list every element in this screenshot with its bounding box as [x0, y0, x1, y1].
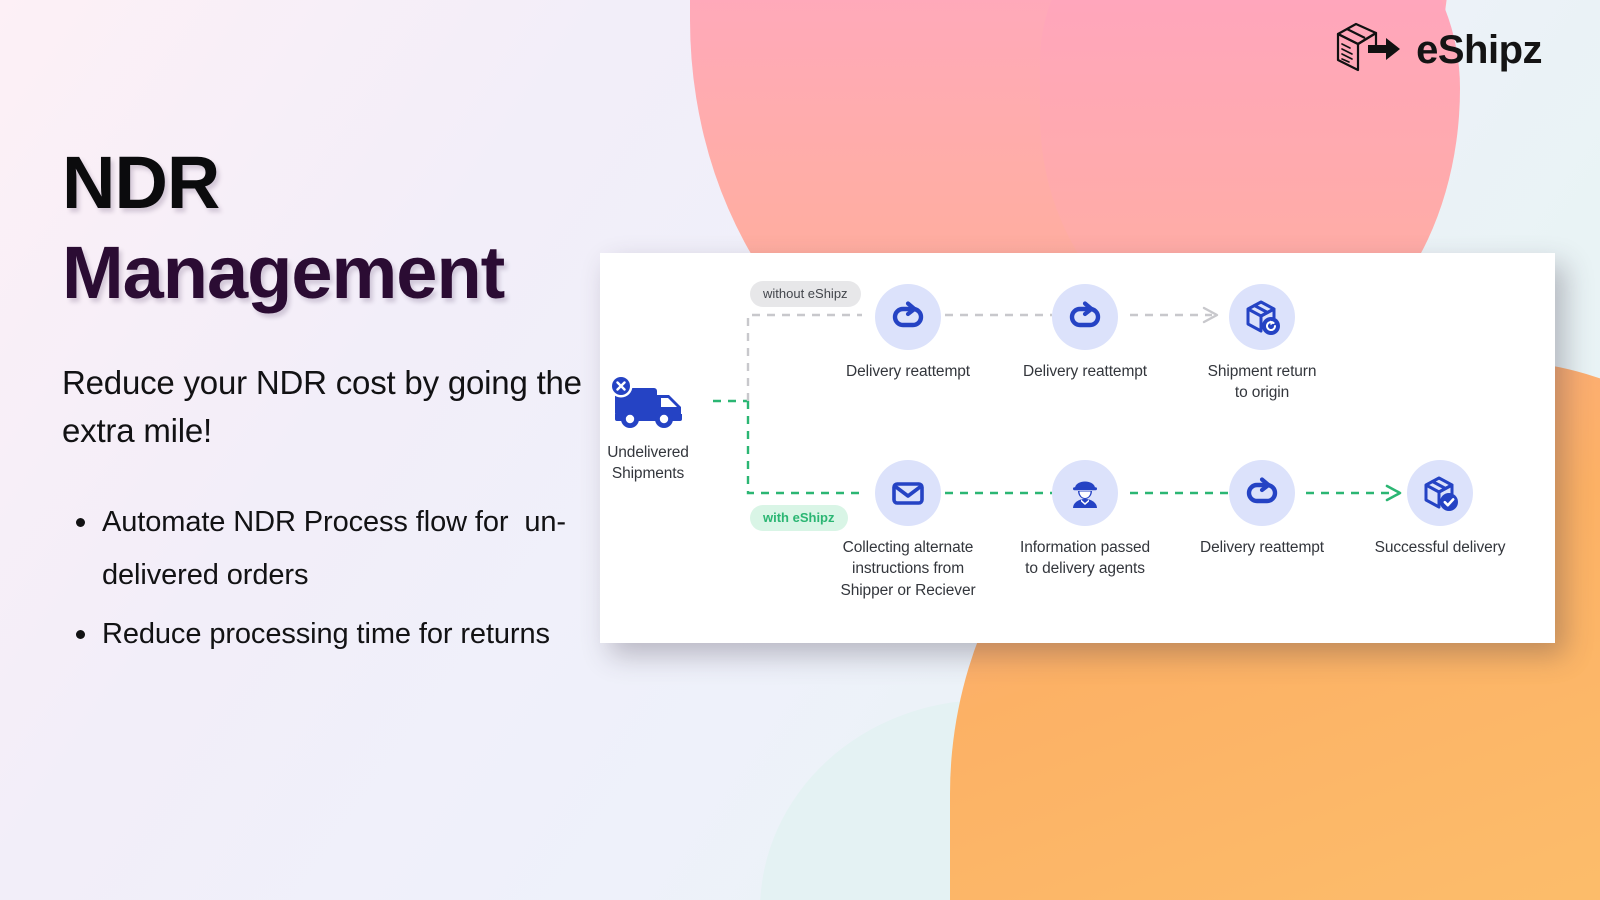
flow-node-label: Collecting alternate instructions from S…: [840, 539, 976, 599]
hero-bullet-list: Automate NDR Process flow for un-deliver…: [62, 496, 582, 660]
flow-node-information-passed-to-agents: Information passed to delivery agents: [990, 460, 1180, 580]
title-line-1: NDR: [62, 141, 220, 224]
flow-node-collecting-alternate-instructions: Collecting alternate instructions from S…: [813, 460, 1003, 601]
undelivered-truck-icon: [605, 371, 691, 431]
envelope-icon: [875, 460, 941, 526]
hero-copy: NDR Management Reduce your NDR cost by g…: [62, 138, 582, 666]
flow-node-shipment-return-to-origin: Shipment return to origin: [1167, 284, 1357, 404]
flow-diagram-panel: without eShipz with eShipz Undelivered S…: [600, 253, 1555, 643]
page-title: NDR Management: [62, 138, 582, 319]
box-arrow-logo-icon: [1332, 18, 1408, 81]
flow-node-label: Successful delivery: [1374, 539, 1506, 556]
slide-root: eShipz NDR Management Reduce your NDR co…: [0, 0, 1600, 900]
flow-node-delivery-reattempt-1: Delivery reattempt: [813, 284, 1003, 382]
delivery-reattempt-icon: [875, 284, 941, 350]
flow-node-delivery-reattempt-3: Delivery reattempt: [1167, 460, 1357, 558]
title-line-2: Management: [62, 231, 505, 315]
brand-logo: eShipz: [1332, 18, 1542, 81]
flow-node-undelivered-shipments: Undelivered Shipments: [553, 371, 743, 485]
flow-node-delivery-reattempt-2: Delivery reattempt: [990, 284, 1180, 382]
flow-node-label: Shipment return to origin: [1207, 363, 1317, 402]
delivery-agent-icon: [1052, 460, 1118, 526]
shipment-return-icon: [1229, 284, 1295, 350]
flow-node-successful-delivery: Successful delivery: [1345, 460, 1535, 558]
list-item: Reduce processing time for returns: [76, 608, 582, 661]
brand-name: eShipz: [1416, 27, 1542, 72]
delivery-reattempt-icon: [1229, 460, 1295, 526]
flow-node-label: Undelivered Shipments: [607, 444, 689, 483]
delivery-reattempt-icon: [1052, 284, 1118, 350]
flow-node-label: Delivery reattempt: [1200, 539, 1324, 556]
background-blob-cyan: [760, 700, 1180, 900]
flow-node-label: Delivery reattempt: [1023, 363, 1147, 380]
list-item: Automate NDR Process flow for un-deliver…: [76, 496, 582, 602]
hero-subtitle: Reduce your NDR cost by going the extra …: [62, 363, 582, 450]
flow-diagram: without eShipz with eShipz Undelivered S…: [600, 253, 1555, 643]
successful-delivery-icon: [1407, 460, 1473, 526]
flow-node-label: Information passed to delivery agents: [1019, 539, 1151, 578]
flow-node-label: Delivery reattempt: [846, 363, 970, 380]
